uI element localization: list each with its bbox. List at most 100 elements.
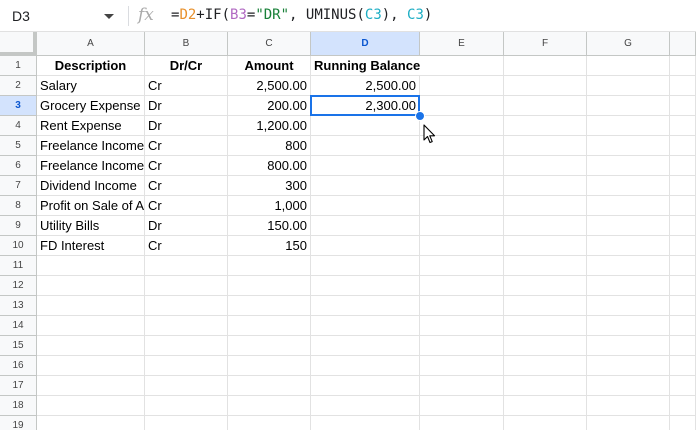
cell[interactable]: [420, 96, 504, 116]
cell[interactable]: [504, 176, 587, 196]
cell[interactable]: [311, 296, 420, 316]
cell[interactable]: [311, 336, 420, 356]
cell[interactable]: [587, 176, 670, 196]
cell[interactable]: [587, 336, 670, 356]
cell[interactable]: [311, 176, 420, 196]
cell[interactable]: [420, 316, 504, 336]
cell[interactable]: [587, 216, 670, 236]
cell[interactable]: [670, 156, 696, 176]
cell[interactable]: [311, 156, 420, 176]
cell[interactable]: 2,300.00: [311, 96, 420, 116]
cell[interactable]: Dr: [145, 216, 228, 236]
cell[interactable]: [670, 176, 696, 196]
cell[interactable]: [228, 296, 311, 316]
column-header-b[interactable]: B: [145, 32, 228, 56]
cell[interactable]: [145, 256, 228, 276]
cell[interactable]: [420, 396, 504, 416]
cell[interactable]: [420, 256, 504, 276]
cell[interactable]: [670, 376, 696, 396]
cell[interactable]: [420, 56, 504, 76]
row-header-6[interactable]: 6: [0, 156, 37, 176]
cell[interactable]: [587, 316, 670, 336]
cell[interactable]: [228, 276, 311, 296]
cell[interactable]: [670, 76, 696, 96]
header-cell[interactable]: Dr/Cr: [145, 56, 228, 76]
row-header-12[interactable]: 12: [0, 276, 37, 296]
row-header-7[interactable]: 7: [0, 176, 37, 196]
cell[interactable]: [228, 336, 311, 356]
cell[interactable]: [670, 296, 696, 316]
cell[interactable]: [37, 356, 145, 376]
cell[interactable]: [420, 236, 504, 256]
cell[interactable]: [420, 376, 504, 396]
cell[interactable]: [587, 356, 670, 376]
cell[interactable]: [504, 316, 587, 336]
cell[interactable]: [504, 56, 587, 76]
cell[interactable]: [145, 396, 228, 416]
cell[interactable]: [420, 176, 504, 196]
cell[interactable]: [37, 276, 145, 296]
cell[interactable]: Cr: [145, 236, 228, 256]
header-cell[interactable]: Running Balance: [311, 56, 420, 76]
cell[interactable]: [145, 376, 228, 396]
cell[interactable]: [311, 356, 420, 376]
cell[interactable]: [311, 196, 420, 216]
cell[interactable]: [311, 396, 420, 416]
column-header[interactable]: [670, 32, 696, 56]
cell[interactable]: [37, 256, 145, 276]
column-header-d[interactable]: D: [311, 32, 420, 56]
column-header-c[interactable]: C: [228, 32, 311, 56]
cell[interactable]: [504, 336, 587, 356]
cell[interactable]: [504, 136, 587, 156]
cell[interactable]: Dr: [145, 116, 228, 136]
cell[interactable]: [228, 376, 311, 396]
column-header-a[interactable]: A: [37, 32, 145, 56]
row-header-8[interactable]: 8: [0, 196, 37, 216]
cell[interactable]: [670, 276, 696, 296]
cell[interactable]: [37, 316, 145, 336]
cell[interactable]: [504, 216, 587, 236]
cell[interactable]: Salary: [37, 76, 145, 96]
cell[interactable]: 2,500.00: [228, 76, 311, 96]
cell[interactable]: [37, 416, 145, 430]
cell[interactable]: 800.00: [228, 156, 311, 176]
cell[interactable]: Dr: [145, 96, 228, 116]
cell[interactable]: [587, 376, 670, 396]
cell[interactable]: [587, 156, 670, 176]
cell[interactable]: Cr: [145, 76, 228, 96]
cell[interactable]: [311, 276, 420, 296]
cell[interactable]: [504, 296, 587, 316]
cell[interactable]: [311, 216, 420, 236]
cell[interactable]: FD Interest: [37, 236, 145, 256]
cell[interactable]: [145, 316, 228, 336]
cell[interactable]: [311, 416, 420, 430]
cell[interactable]: Cr: [145, 196, 228, 216]
cell[interactable]: 800: [228, 136, 311, 156]
row-header-10[interactable]: 10: [0, 236, 37, 256]
cell[interactable]: [587, 396, 670, 416]
cell[interactable]: [587, 196, 670, 216]
formula-input[interactable]: =D2+IF(B3="DR", UMINUS(C3), C3): [171, 7, 432, 23]
cell[interactable]: [587, 136, 670, 156]
cell[interactable]: [37, 296, 145, 316]
cell[interactable]: 2,500.00: [311, 76, 420, 96]
cell[interactable]: 1,200.00: [228, 116, 311, 136]
cell[interactable]: Freelance Income: [37, 136, 145, 156]
column-header-g[interactable]: G: [587, 32, 670, 56]
select-all-corner[interactable]: [0, 32, 37, 56]
cell[interactable]: 200.00: [228, 96, 311, 116]
cell[interactable]: [670, 316, 696, 336]
cell[interactable]: [420, 156, 504, 176]
cell[interactable]: [504, 256, 587, 276]
cell[interactable]: [504, 396, 587, 416]
cell[interactable]: [145, 276, 228, 296]
cell[interactable]: [670, 216, 696, 236]
cell[interactable]: [420, 296, 504, 316]
cell[interactable]: [504, 196, 587, 216]
cell[interactable]: [670, 416, 696, 430]
cell[interactable]: [311, 116, 420, 136]
cell[interactable]: Cr: [145, 176, 228, 196]
cell[interactable]: [311, 376, 420, 396]
cell[interactable]: [420, 196, 504, 216]
cell[interactable]: [311, 236, 420, 256]
